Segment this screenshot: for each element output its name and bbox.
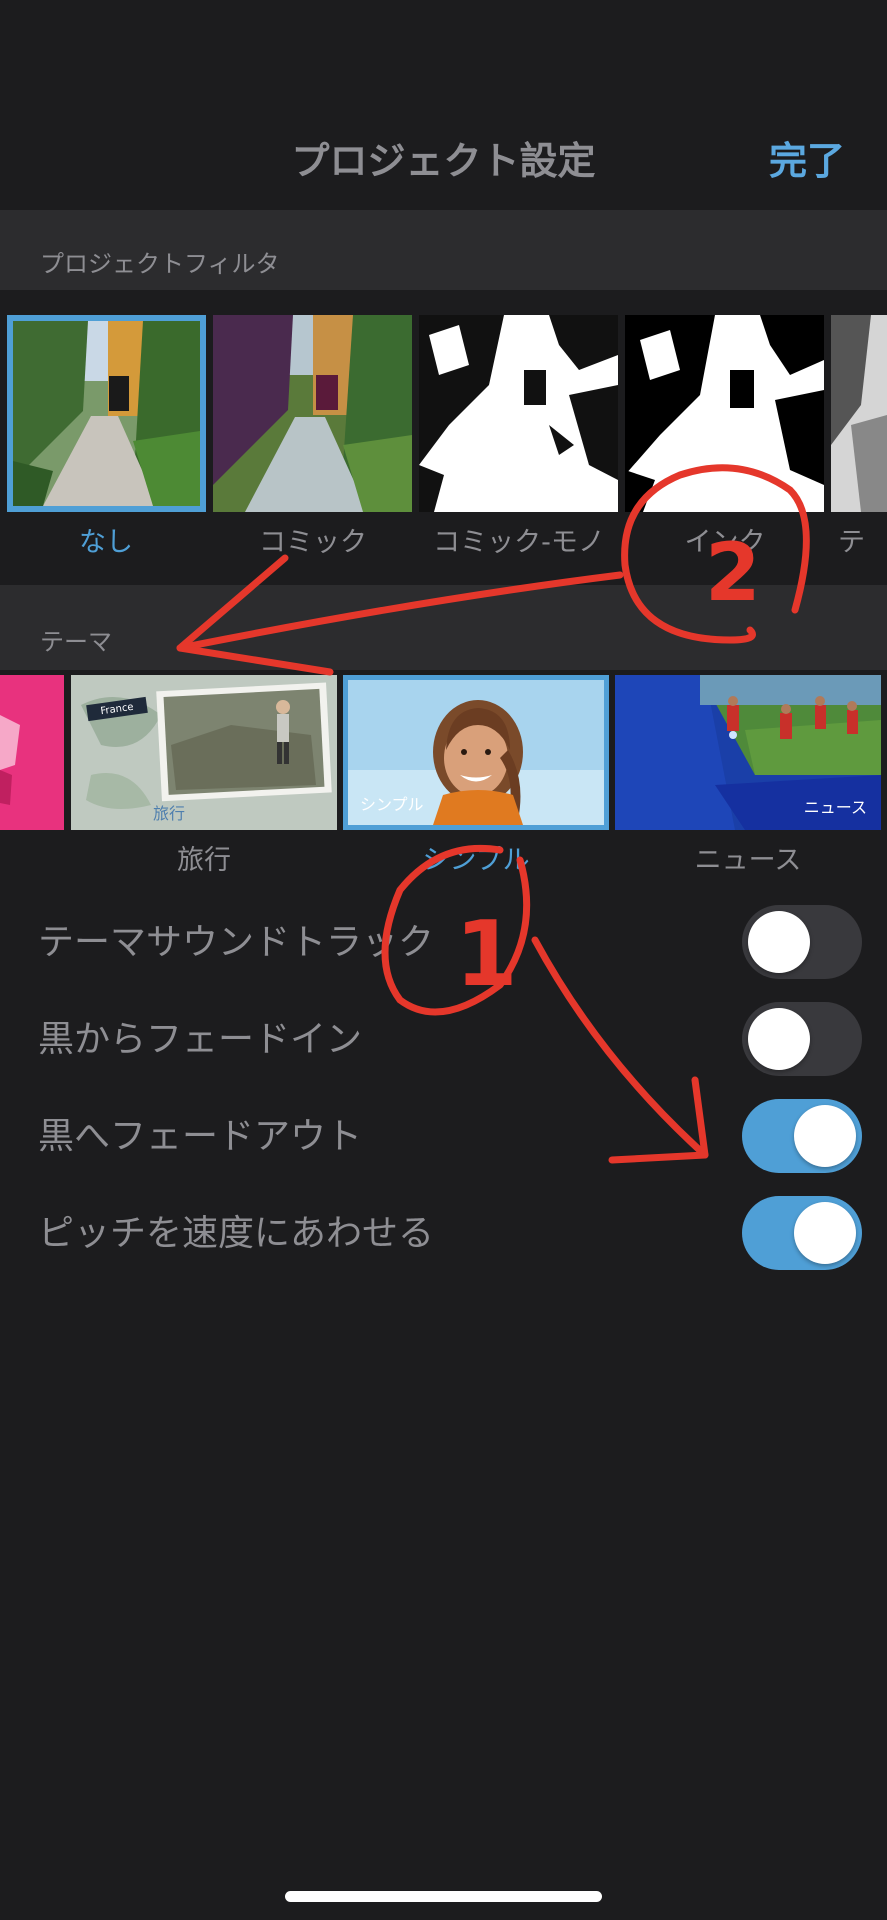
filter-label-comic: コミック xyxy=(259,527,367,558)
theme-label-simple: シンプル xyxy=(422,845,530,876)
theme-thumbnail-simple[interactable]: シンプル xyxy=(343,675,609,830)
theme-thumbnail-partial[interactable] xyxy=(0,675,64,830)
filter-thumbnail-none[interactable] xyxy=(7,315,206,512)
filter-label-none: なし xyxy=(79,527,133,558)
setting-row-fade-out: 黒へフェードアウト xyxy=(0,1079,887,1176)
filter-label-partial: テ xyxy=(838,527,865,558)
filter-section-title: プロジェクトフィルタ xyxy=(40,250,280,278)
theme-label-travel: 旅行 xyxy=(177,845,231,876)
home-indicator[interactable] xyxy=(285,1891,602,1902)
toggle-knob xyxy=(748,911,810,973)
navigation-bar: プロジェクト設定 完了 xyxy=(0,0,887,210)
filter-section-header: プロジェクトフィルタ xyxy=(0,210,887,290)
filter-thumbnail-comic[interactable] xyxy=(213,315,412,512)
done-button[interactable]: 完了 xyxy=(769,130,845,185)
toggle-knob xyxy=(794,1202,856,1264)
travel-thumb-caption: 旅行 xyxy=(153,804,186,823)
fade-in-label: 黒からフェードイン xyxy=(38,1019,363,1060)
fade-out-toggle[interactable] xyxy=(742,1099,862,1173)
theme-thumbnail-news[interactable]: ニュース xyxy=(615,675,881,830)
theme-label-news: ニュース xyxy=(694,845,802,876)
theme-section-header: テーマ xyxy=(0,585,887,670)
fade-out-label: 黒へフェードアウト xyxy=(38,1116,363,1157)
filter-label-comic-mono: コミック-モノ xyxy=(433,527,605,558)
theme-soundtrack-label: テーマサウンドトラック xyxy=(38,922,435,963)
news-thumb-caption: ニュース xyxy=(803,798,867,817)
theme-section-title: テーマ xyxy=(40,628,112,656)
page-title: プロジェクト設定 xyxy=(291,139,596,183)
setting-row-pitch-speed: ピッチを速度にあわせる xyxy=(0,1176,887,1273)
simple-thumb-caption: シンプル xyxy=(360,795,424,814)
filter-thumbnail-partial[interactable] xyxy=(831,315,887,512)
pitch-speed-label: ピッチを速度にあわせる xyxy=(38,1213,435,1254)
filter-thumbnail-comic-mono[interactable] xyxy=(419,315,618,512)
filter-label-ink: インク xyxy=(684,527,766,558)
toggle-knob xyxy=(794,1105,856,1167)
filter-thumbnail-ink[interactable] xyxy=(625,315,824,512)
setting-row-theme-soundtrack: テーマサウンドトラック xyxy=(0,885,887,982)
fade-in-toggle[interactable] xyxy=(742,1002,862,1076)
filter-carousel[interactable]: なし コミック コミック-モノ インク テ xyxy=(0,290,887,585)
setting-row-fade-in: 黒からフェードイン xyxy=(0,982,887,1079)
theme-soundtrack-toggle[interactable] xyxy=(742,905,862,979)
toggle-knob xyxy=(748,1008,810,1070)
theme-thumbnail-travel[interactable]: France 旅行 xyxy=(71,675,337,830)
theme-carousel[interactable]: France 旅行 旅行 シンプル シンプル ニュース ニュース xyxy=(0,670,887,885)
pitch-speed-toggle[interactable] xyxy=(742,1196,862,1270)
